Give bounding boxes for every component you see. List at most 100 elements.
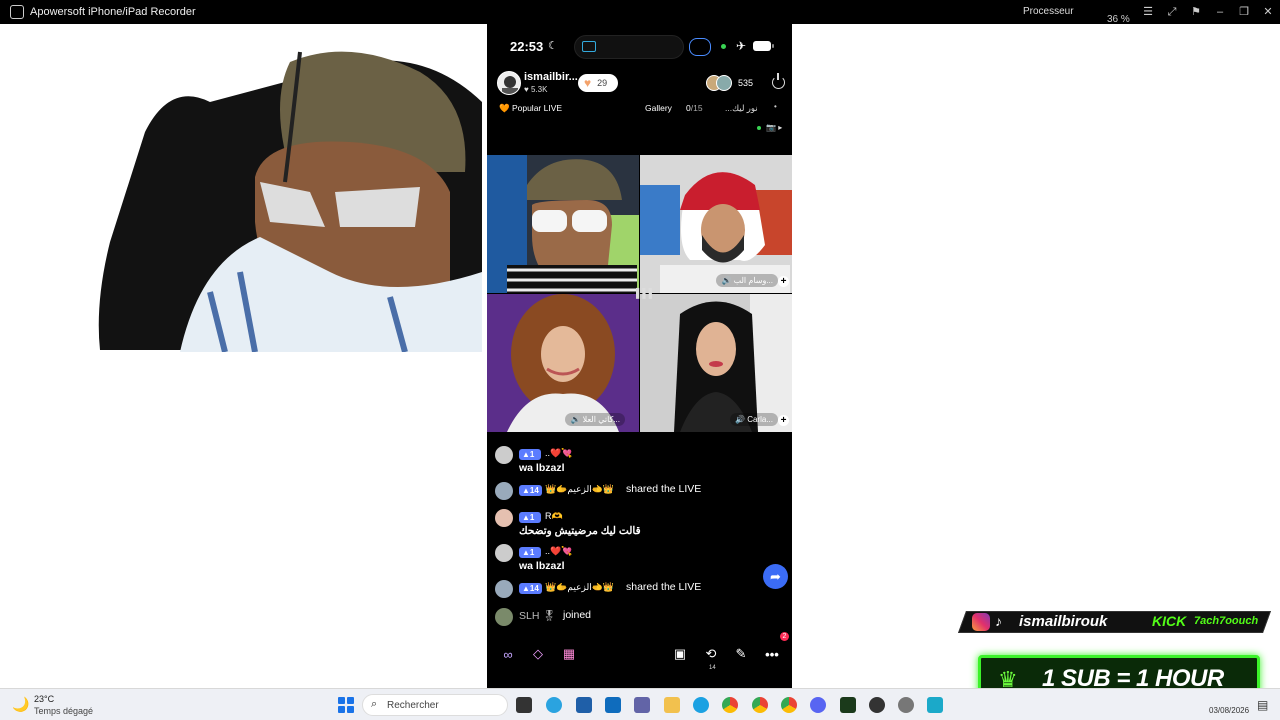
host-avatar[interactable] [497,71,521,95]
follow-button[interactable]: ♥ 29 [578,74,618,92]
user-avatar [495,544,513,562]
online-dot-icon [757,125,761,130]
search-input[interactable]: ⌕ Rechercher [362,694,508,716]
repost-count: 14 [709,665,716,671]
effects-icon[interactable]: ▣ [669,644,691,664]
gallery-count: 0/15 [686,103,703,113]
chat-message[interactable]: ▲1 ..❤️💘 wa lbzazl [495,544,785,576]
level-value: 14 [529,584,539,593]
level-badge: ▲14 [519,583,542,594]
repost-icon[interactable]: ⟲ [700,644,722,664]
close-button[interactable]: ✕ [1259,3,1277,21]
user-avatar [495,446,513,464]
app-icon-blue[interactable] [576,697,592,713]
chat-message[interactable]: ▲1 ..❤️💘 wa lbzazl [495,446,785,478]
power-icon[interactable] [772,73,785,89]
user-nick: 👑🫱الزعيم🫲👑 [545,484,615,494]
outlook-icon[interactable] [605,697,621,713]
taskbar: 🌙 23°C Temps dégagé ⌕ Rechercher 03/08/2… [0,688,1280,720]
user-avatar [495,608,513,626]
webcam-feed [90,42,482,352]
pin-icon[interactable]: ⚑ [1187,3,1205,21]
sparkle-icon: • [774,102,777,111]
chat-message[interactable]: ▲14 👑🫱الزعيم🫲👑 shared the LIVE [495,482,785,502]
apps-icon[interactable]: ▦ [558,644,580,664]
kick-app-icon[interactable] [840,697,856,713]
edit-icon[interactable]: ✎ [730,644,752,664]
user-nick: R🫶 [545,511,563,521]
popular-live-label: Popular LIVE [511,103,563,113]
audio-bars-icon: ▌▌▌ [636,288,656,298]
telegram-icon[interactable] [546,697,562,713]
user-nick: ..❤️💘 [545,448,573,458]
task-view-icon[interactable] [516,697,532,713]
chrome-icon[interactable] [722,697,738,713]
kick-label: KICK [1152,613,1187,629]
host-name[interactable]: ismailbir... [524,71,578,83]
weather-condition[interactable]: Temps dégagé [34,706,93,716]
chrome-profile-2-icon[interactable] [781,697,797,713]
window-title: Apowersoft iPhone/iPad Recorder [30,6,196,18]
start-button[interactable] [338,697,354,713]
chat-message[interactable]: SLH 🎖 joined [495,608,785,628]
user-nick: ..❤️💘 [545,546,573,556]
app-icon [10,5,24,19]
guest-tile-2[interactable]: 🔊 وسام الب... + [640,155,792,293]
popular-live-badge[interactable]: 🧡 Popular LIVE [499,103,562,114]
host-likes-count: 5.3K [530,85,548,94]
recorder-app-icon[interactable] [927,697,943,713]
maximize-button[interactable]: ❐ [1235,3,1253,21]
settings-icon[interactable] [898,697,914,713]
heart-icon: ♥ [584,76,592,90]
guest-tile-host[interactable] [487,155,639,293]
add-guest-icon[interactable]: + [778,415,789,426]
more-icon[interactable]: ••• [761,644,783,664]
gallery-count-total: /15 [690,103,703,113]
add-guest-icon[interactable]: + [778,276,789,287]
multi-guest-grid: 🔊 وسام الب... + 🔊 كاتي العلا... � [487,155,792,433]
weather-temp[interactable]: 23°C [34,694,54,704]
gallery-label[interactable]: Gallery [645,103,672,113]
level-value: 1 [529,450,535,459]
taskbar-date[interactable]: 03/08/2026 [1209,706,1249,715]
guest-tile-4[interactable]: 🔊 Carla... + [640,294,792,432]
guest-name-label: 🔊 وسام الب... [716,274,778,287]
list-icon[interactable]: ☰ [1139,3,1157,21]
social-overlay: ♪ ismailbirouk KICK 7ach7oouch [957,611,1272,633]
obs-icon[interactable] [869,697,885,713]
chat-message[interactable]: ▲1 R🫶 قالت ليك مرضيتيش وتضحك [495,509,785,541]
kick-handle: 7ach7oouch [1194,615,1259,627]
status-bar: 22:53 ☾ ✈ [487,24,792,68]
guest-name-label: 🔊 Carla... [730,413,778,426]
link-icon[interactable]: ∞ [497,644,519,664]
battery-icon [753,41,774,51]
teams-icon[interactable] [634,697,650,713]
chat-text: قالت ليك مرضيتيش وتضحك [519,525,641,537]
fullscreen-icon[interactable]: ⤢ [1163,3,1181,21]
chat-text: joined [563,609,592,621]
edge-icon[interactable] [693,697,709,713]
match-icon[interactable]: ◇ [527,644,549,664]
window-titlebar: Apowersoft iPhone/iPad Recorder Processe… [0,0,1280,25]
user-avatar [495,580,513,598]
chrome-profile-icon[interactable] [752,697,768,713]
notification-icon[interactable]: ▤ [1257,698,1268,712]
discord-icon[interactable] [810,697,826,713]
minimize-button[interactable]: – [1211,3,1229,21]
chat-text: shared the LIVE [626,483,702,495]
guest-tile-3[interactable]: 🔊 كاتي العلا... [487,294,639,432]
viewer-count[interactable]: 535 [706,74,753,92]
gift-goal-label: ...نور ليك [725,103,758,113]
viewer-avatar [716,75,732,91]
guest-name: وسام الب... [733,276,773,285]
moon-weather-icon[interactable]: 🌙 [12,696,29,713]
phone-screen: 22:53 ☾ ✈ ismailbir... ♥ 5.3K ♥ 29 535 🧡… [487,24,792,688]
chat-message[interactable]: ▲14 👑🫱الزعيم🫲👑 shared the LIVE [495,580,785,600]
screen-mirroring-icon [582,41,596,52]
share-icon[interactable]: ➦ [763,564,788,589]
level-badge: ▲14 [519,485,542,496]
file-explorer-icon[interactable] [664,697,680,713]
camera-icon[interactable]: 📷 [766,123,776,132]
chevron-right-icon[interactable]: ▸ [778,123,782,132]
search-placeholder: Rechercher [387,700,439,711]
